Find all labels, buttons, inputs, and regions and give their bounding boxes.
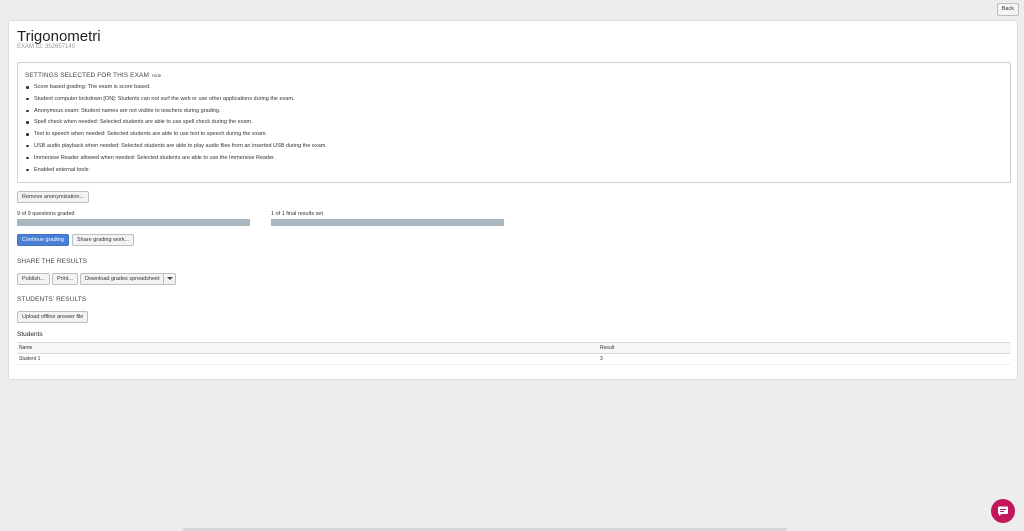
- settings-heading: SETTINGS SELECTED FOR THIS EXAM: [25, 72, 149, 79]
- questions-graded-progress: [17, 219, 250, 226]
- settings-list: Score based grading: The exam is score b…: [26, 84, 327, 178]
- back-button[interactable]: Back: [996, 3, 1019, 16]
- settings-item: USB audio playback when needed: Selected…: [26, 143, 327, 155]
- column-header-result[interactable]: Result: [598, 342, 1011, 354]
- settings-item: Enabled external tools:: [26, 167, 327, 179]
- upload-offline-answer-button[interactable]: Upload offline answer file: [17, 311, 89, 323]
- settings-item: Anonymous exam: Student names are not vi…: [26, 108, 327, 120]
- remove-anonymization-button[interactable]: Remove anonymization...: [17, 191, 90, 203]
- continue-grading-button[interactable]: Continue grading: [17, 234, 69, 246]
- final-results-label: 1 of 1 final results set: [271, 211, 323, 217]
- exam-id: EXAM ID: 352657140: [17, 44, 76, 50]
- hide-settings-link[interactable]: Hide: [152, 73, 161, 78]
- questions-graded-label: 9 of 9 questions graded: [17, 211, 75, 217]
- print-button[interactable]: Print...: [52, 273, 78, 285]
- chat-bubble-icon: [998, 506, 1008, 516]
- exam-card: Trigonometri EXAM ID: 352657140 SETTINGS…: [8, 20, 1018, 380]
- students-results-heading: STUDENTS' RESULTS: [17, 296, 87, 303]
- settings-item: Text to speech when needed: Selected stu…: [26, 131, 327, 143]
- settings-item: Score based grading: The exam is score b…: [26, 84, 327, 96]
- student-name-cell: Student 1: [17, 353, 598, 365]
- settings-item: Immersive Reader allowed when needed: Se…: [26, 155, 327, 167]
- share-results-heading: SHARE THE RESULTS: [17, 258, 88, 265]
- questions-graded-fill: [17, 219, 250, 226]
- student-result-cell: 3: [598, 353, 1011, 365]
- students-title: Students: [17, 331, 43, 338]
- table-header-row: Name Result: [17, 342, 1011, 354]
- settings-item: Spell check when needed: Selected studen…: [26, 119, 327, 131]
- final-results-fill: [271, 219, 504, 226]
- chevron-down-icon[interactable]: [162, 274, 175, 284]
- share-grading-work-button[interactable]: Share grading work...: [72, 234, 135, 246]
- page-title: Trigonometri: [17, 28, 101, 45]
- students-table: Name Result Student 1 3: [17, 342, 1011, 365]
- settings-item: Student computer lockdown [ON]: Students…: [26, 96, 327, 108]
- chat-button[interactable]: [991, 499, 1015, 523]
- download-grades-button[interactable]: Download grades spreadsheet: [80, 273, 176, 285]
- column-header-name[interactable]: Name: [17, 342, 598, 354]
- table-row[interactable]: Student 1 3: [17, 353, 1011, 365]
- final-results-progress: [271, 219, 504, 226]
- download-grades-label: Download grades spreadsheet: [85, 276, 160, 282]
- settings-panel: SETTINGS SELECTED FOR THIS EXAM Hide Sco…: [17, 62, 1011, 183]
- top-bar: Back: [0, 0, 1024, 19]
- publish-button[interactable]: Publish...: [17, 273, 50, 285]
